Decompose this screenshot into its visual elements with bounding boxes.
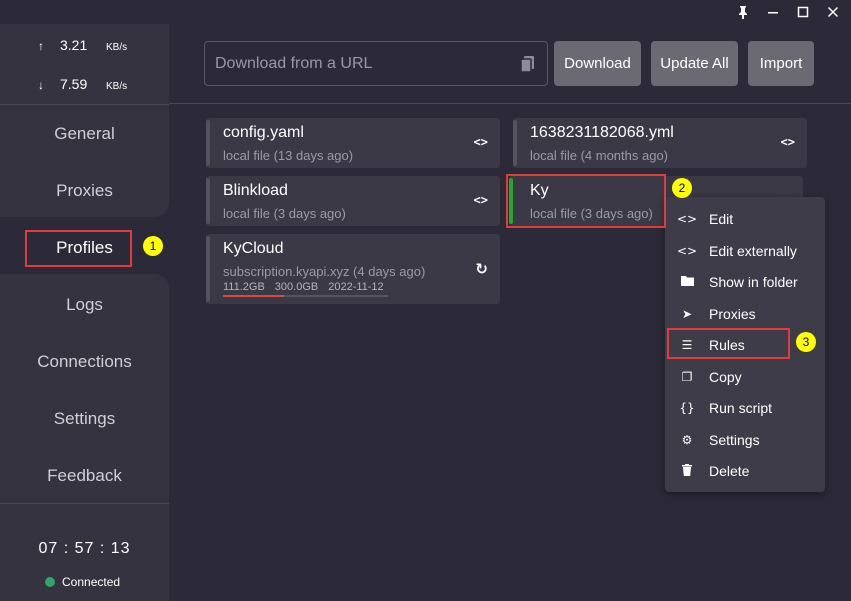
profile-subtitle: subscription.kyapi.xyz (4 days ago)	[223, 264, 426, 279]
url-field[interactable]	[204, 41, 548, 86]
close-icon[interactable]	[818, 0, 848, 24]
edit-code-icon[interactable]: <>	[474, 135, 488, 149]
menu-item-copy[interactable]: ❐ Copy	[665, 362, 825, 392]
profile-title: 1638231182068.yml	[530, 124, 674, 141]
profile-title: KyCloud	[223, 240, 284, 257]
title-bar	[0, 0, 851, 24]
menu-item-delete[interactable]: Delete	[665, 456, 825, 486]
annotation-badge-1: 1	[143, 236, 163, 256]
nav-item-feedback[interactable]: Feedback	[0, 466, 169, 486]
annotation-box-profiles	[25, 230, 132, 267]
download-speed: ↓ 7.59 KB/s	[38, 76, 127, 92]
profile-indicator	[206, 120, 210, 166]
profile-title: Blinkload	[223, 182, 288, 199]
menu-item-label: Settings	[709, 432, 760, 448]
code-icon: <>	[676, 212, 698, 226]
nav-item-connections[interactable]: Connections	[0, 352, 169, 372]
usage-total: 300.0GB	[274, 281, 319, 293]
menu-item-proxies[interactable]: ➤ Proxies	[665, 299, 825, 329]
annotation-box-rules	[667, 328, 790, 359]
nav-item-settings[interactable]: Settings	[0, 409, 169, 429]
url-input[interactable]	[215, 53, 495, 75]
profile-indicator	[513, 120, 517, 166]
trash-icon	[665, 463, 709, 479]
menu-item-show-in-folder[interactable]: Show in folder	[665, 267, 825, 297]
menu-item-label: Proxies	[709, 306, 756, 322]
menu-item-label: Run script	[709, 400, 773, 416]
annotation-badge-3: 3	[796, 332, 816, 352]
menu-item-label: Edit externally	[709, 243, 797, 259]
edit-code-icon[interactable]: <>	[474, 193, 488, 207]
refresh-icon[interactable]: ↻	[475, 260, 488, 278]
usage-used: 111.2GB	[223, 281, 265, 293]
divider	[0, 104, 169, 105]
profile-indicator	[206, 178, 210, 224]
usage-info: 111.2GB 300.0GB 2022-11-12	[223, 281, 394, 293]
upload-arrow-icon: ↑	[38, 39, 44, 53]
profile-subtitle: local file (3 days ago)	[223, 206, 346, 221]
profile-subtitle: local file (4 months ago)	[530, 148, 669, 163]
toolbar-divider	[169, 103, 851, 104]
menu-item-settings[interactable]: ⚙ Settings	[665, 425, 825, 455]
download-arrow-icon: ↓	[38, 78, 44, 92]
gear-icon: ⚙	[681, 433, 693, 447]
profile-card[interactable]: KyCloud subscription.kyapi.xyz (4 days a…	[206, 234, 500, 304]
profile-card[interactable]: config.yaml local file (13 days ago) <>	[206, 118, 500, 168]
pin-icon[interactable]	[728, 0, 758, 24]
minimize-icon[interactable]	[758, 0, 788, 24]
braces-icon: {}	[679, 401, 695, 415]
profile-subtitle: local file (13 days ago)	[223, 148, 354, 163]
update-all-button[interactable]: Update All	[651, 41, 738, 86]
menu-item-label: Edit	[709, 211, 734, 227]
import-button[interactable]: Import	[748, 41, 814, 86]
maximize-icon[interactable]	[788, 0, 818, 24]
paste-icon[interactable]	[519, 55, 537, 73]
nav-item-proxies[interactable]: Proxies	[0, 181, 169, 201]
connection-status: Connected	[45, 575, 120, 589]
send-icon: ➤	[681, 307, 693, 321]
profile-title: config.yaml	[223, 124, 304, 141]
menu-item-label: Copy	[709, 369, 742, 385]
copy-icon: ❐	[681, 370, 693, 384]
usage-expires: 2022-11-12	[328, 281, 384, 293]
traffic-monitor: ↑ 3.21 KB/s ↓ 7.59 KB/s	[0, 24, 169, 104]
nav-item-logs[interactable]: Logs	[0, 295, 169, 315]
usage-progress-fill	[223, 295, 285, 297]
folder-icon	[665, 275, 709, 289]
download-value: 7.59	[60, 76, 88, 92]
upload-unit: KB/s	[106, 42, 128, 53]
menu-item-label: Delete	[709, 463, 750, 479]
download-unit: KB/s	[106, 81, 128, 92]
edit-code-icon[interactable]: <>	[781, 135, 795, 149]
sidebar: ↑ 3.21 KB/s ↓ 7.59 KB/s General Proxies …	[0, 24, 169, 601]
menu-item-run-script[interactable]: {} Run script	[665, 393, 825, 423]
upload-value: 3.21	[60, 37, 88, 53]
status-dot-icon	[45, 577, 55, 587]
profile-card[interactable]: Blinkload local file (3 days ago) <>	[206, 176, 500, 226]
upload-speed: ↑ 3.21 KB/s	[38, 37, 127, 53]
uptime-clock: 07 : 57 : 13	[38, 540, 131, 557]
divider	[0, 503, 169, 504]
status-label: Connected	[62, 575, 121, 589]
nav-item-general[interactable]: General	[0, 124, 169, 144]
code-icon: <>	[676, 244, 698, 258]
usage-progress-bar	[223, 295, 388, 297]
annotation-box-ky	[506, 174, 666, 228]
menu-item-edit-externally[interactable]: <> Edit externally	[665, 236, 825, 266]
menu-item-edit[interactable]: <> Edit	[665, 204, 825, 234]
download-button[interactable]: Download	[554, 41, 641, 86]
annotation-badge-2: 2	[672, 178, 692, 198]
profile-indicator	[206, 236, 210, 302]
menu-item-label: Show in folder	[709, 274, 798, 290]
profile-card[interactable]: 1638231182068.yml local file (4 months a…	[513, 118, 807, 168]
